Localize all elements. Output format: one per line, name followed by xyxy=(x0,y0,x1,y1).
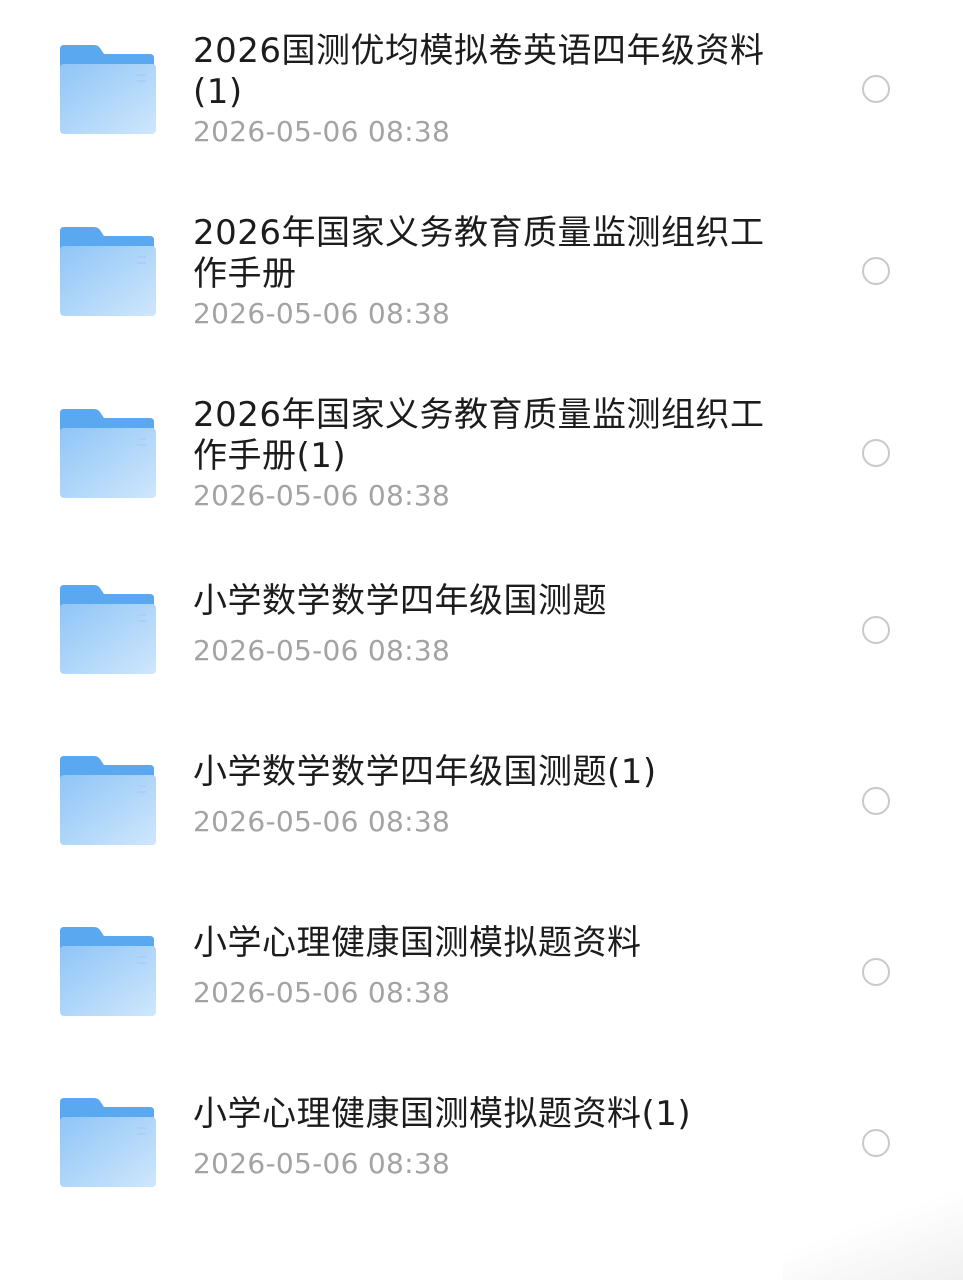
file-time: 2026-05-06 08:38 xyxy=(193,115,451,148)
folder-icon xyxy=(58,756,156,845)
file-text: 小学数学数学四年级国测题 2026-05-06 08:38 xyxy=(193,581,793,668)
folder-icon xyxy=(58,585,156,674)
file-time: 2026-05-06 08:38 xyxy=(193,1147,451,1180)
select-checkbox[interactable] xyxy=(862,958,890,986)
list-item[interactable]: 2026年国家义务教育质量监测组织工 作手册 2026-05-06 08:38 xyxy=(0,182,963,362)
file-name: 2026年国家义务教育质量监测组织工 作手册(1) xyxy=(193,395,765,476)
file-time: 2026-05-06 08:38 xyxy=(193,479,451,512)
folder-icon xyxy=(58,1098,156,1187)
file-text: 小学心理健康国测模拟题资料(1) 2026-05-06 08:38 xyxy=(193,1094,793,1181)
file-time: 2026-05-06 08:38 xyxy=(193,297,451,330)
folder-icon xyxy=(58,45,156,134)
file-list: 2026国测优均模拟卷英语四年级资料 (1) 2026-05-06 08:38 … xyxy=(0,0,963,1280)
file-time: 2026-05-06 08:38 xyxy=(193,805,451,838)
select-checkbox[interactable] xyxy=(862,257,890,285)
file-text: 小学心理健康国测模拟题资料 2026-05-06 08:38 xyxy=(193,923,793,1010)
file-name: 小学数学数学四年级国测题(1) xyxy=(193,752,657,792)
file-name: 小学数学数学四年级国测题 xyxy=(193,581,607,621)
list-item[interactable]: 小学心理健康国测模拟题资料 2026-05-06 08:38 xyxy=(0,887,963,1057)
select-checkbox[interactable] xyxy=(862,787,890,815)
file-text: 2026国测优均模拟卷英语四年级资料 (1) 2026-05-06 08:38 xyxy=(193,31,793,149)
list-item[interactable]: 小学数学数学四年级国测题(1) 2026-05-06 08:38 xyxy=(0,716,963,886)
select-checkbox[interactable] xyxy=(862,1129,890,1157)
select-checkbox[interactable] xyxy=(862,616,890,644)
file-text: 2026年国家义务教育质量监测组织工 作手册(1) 2026-05-06 08:… xyxy=(193,395,793,513)
list-item[interactable]: 小学数学数学四年级国测题 2026-05-06 08:38 xyxy=(0,545,963,715)
file-text: 小学数学数学四年级国测题(1) 2026-05-06 08:38 xyxy=(193,752,793,839)
folder-icon xyxy=(58,227,156,316)
folder-icon xyxy=(58,409,156,498)
folder-icon xyxy=(58,927,156,1016)
file-time: 2026-05-06 08:38 xyxy=(193,634,451,667)
file-name: 小学心理健康国测模拟题资料(1) xyxy=(193,1094,692,1134)
list-item[interactable]: 2026国测优均模拟卷英语四年级资料 (1) 2026-05-06 08:38 xyxy=(0,0,963,180)
file-name: 小学心理健康国测模拟题资料 xyxy=(193,923,642,963)
screen-glare xyxy=(783,1190,963,1280)
select-checkbox[interactable] xyxy=(862,75,890,103)
list-item[interactable]: 2026年国家义务教育质量监测组织工 作手册(1) 2026-05-06 08:… xyxy=(0,364,963,544)
select-checkbox[interactable] xyxy=(862,439,890,467)
file-name: 2026国测优均模拟卷英语四年级资料 (1) xyxy=(193,31,765,112)
file-text: 2026年国家义务教育质量监测组织工 作手册 2026-05-06 08:38 xyxy=(193,213,793,331)
file-time: 2026-05-06 08:38 xyxy=(193,976,451,1009)
file-name: 2026年国家义务教育质量监测组织工 作手册 xyxy=(193,213,765,294)
